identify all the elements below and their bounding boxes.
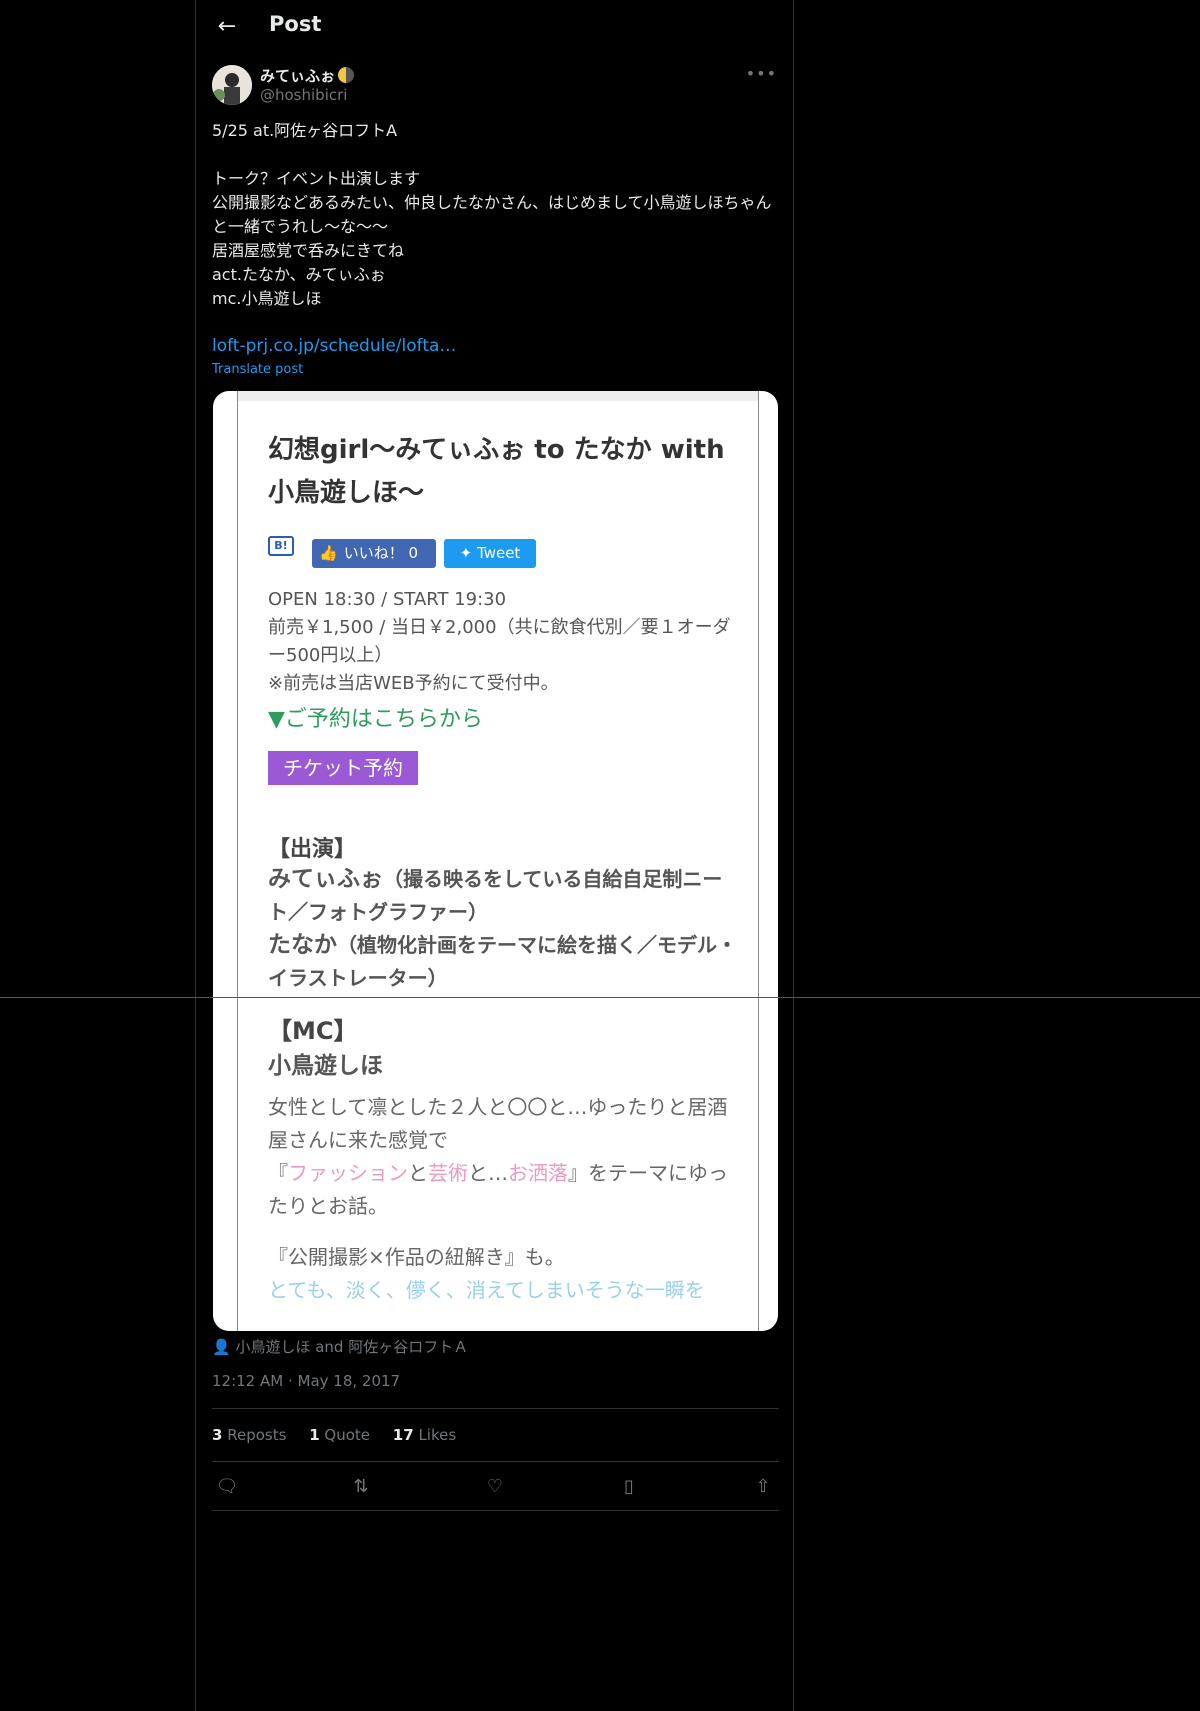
translate-post-link[interactable]: Translate post [212, 362, 303, 377]
divider [212, 1461, 779, 1462]
moon-emoji-icon [338, 67, 355, 83]
twitter-bird-icon: ✦ [459, 544, 478, 562]
likes-stat[interactable]: 17 Likes [393, 1426, 456, 1444]
desc-line-4: とても、淡く、儚く、消えてしまいそうな一瞬を [268, 1278, 705, 1302]
desc-line-3: 『公開撮影×作品の紐解き』も。 [268, 1245, 565, 1269]
ticket-reserve-button: チケット予約 [268, 751, 418, 785]
page-title: Post [269, 12, 322, 36]
cast-2-desc: （植物化計画をテーマに絵を描く／モデル・イラストレーター） [268, 933, 737, 990]
back-arrow-icon[interactable]: ← [210, 12, 244, 42]
timestamp[interactable]: 12:12 AM · May 18, 2017 [212, 1372, 400, 1390]
share-icon[interactable]: ⇧ [748, 1472, 778, 1502]
web-note: ※前売は当店WEB予約にて受付中。 [268, 673, 559, 694]
desc-line-2: 『ファッションと芸術と…お洒落』をテーマにゆったりとお話。 [268, 1161, 728, 1218]
mc-name: 小鳥遊しほ [268, 1053, 383, 1079]
desc-line-1: 女性として凛とした２人と〇〇と…ゆったりと居酒屋さんに来た感覚で [268, 1095, 728, 1152]
post-column: ← Post みてぃふぉ @hoshibicri ••• 5/25 at.阿佐ヶ… [195, 0, 794, 1711]
author-name[interactable]: みてぃふぉ [260, 65, 355, 86]
cast-2-name: たなか [268, 932, 337, 958]
more-options-icon[interactable]: ••• [746, 64, 777, 83]
post-image[interactable]: 幻想girl〜みてぃふぉ to たなか with 小鳥遊しほ〜 B! 👍 いいね！… [213, 391, 778, 1331]
tagged-users[interactable]: 👤 小鳥遊しほ and 阿佐ヶ谷ロフトＡ [212, 1336, 468, 1357]
like-heart-icon[interactable]: ♡ [480, 1472, 510, 1502]
event-description: 女性として凛とした２人と〇〇と…ゆったりと居酒屋さんに来た感覚で 『ファッション… [268, 1091, 738, 1223]
post-stats: 3 Reposts 1 Quote 17 Likes [212, 1426, 456, 1444]
reply-icon[interactable]: 🗨 [212, 1472, 242, 1502]
action-bar: 🗨 ⇅ ♡ ▯ ⇧ [212, 1472, 779, 1502]
post-text: 5/25 at.阿佐ヶ谷ロフトA トーク？イベント出演します 公開撮影などあるみ… [212, 121, 772, 308]
tweet-button: ✦ Tweet [444, 539, 536, 568]
facebook-like-button: 👍 いいね！ 0 [312, 539, 436, 568]
page-top-bar [238, 391, 758, 401]
avatar[interactable] [212, 65, 252, 105]
person-icon: 👤 [212, 1338, 236, 1356]
divider [212, 1408, 779, 1409]
cast-1-name: みてぃふぉ [268, 866, 383, 892]
event-title: 幻想girl〜みてぃふぉ to たなか with 小鳥遊しほ〜 [268, 435, 725, 508]
open-start-time: OPEN 18:30 / START 19:30 [268, 589, 507, 610]
thumbs-up-icon: 👍 [319, 544, 338, 562]
post-link[interactable]: loft-prj.co.jp/schedule/lofta… [212, 336, 456, 356]
author-handle[interactable]: @hoshibicri [260, 86, 347, 104]
bookmark-icon[interactable]: ▯ [614, 1472, 644, 1502]
reposts-stat[interactable]: 3 Reposts [212, 1426, 286, 1444]
ticket-price: 前売￥1,500 / 当日￥2,000（共に飲食代別／要１オーダー500円以上） [268, 617, 731, 666]
cast-list: みてぃふぉ（撮る映るをしている自給自足制ニート／フォトグラファー） たなか（植物… [268, 863, 738, 995]
reserve-heading: ▼ご予約はこちらから [268, 707, 483, 732]
image-seam-line [0, 997, 1200, 998]
top-bar: ← Post [196, 0, 793, 55]
event-description-2: 『公開撮影×作品の紐解き』も。 とても、淡く、儚く、消えてしまいそうな一瞬を [268, 1241, 738, 1307]
divider [212, 1510, 779, 1511]
event-info: OPEN 18:30 / START 19:30 前売￥1,500 / 当日￥2… [268, 586, 738, 698]
repost-icon[interactable]: ⇅ [346, 1472, 376, 1502]
quote-stat[interactable]: 1 Quote [309, 1426, 370, 1444]
cast-heading: 【出演】 [268, 837, 357, 862]
hatena-bookmark-icon: B! [268, 536, 294, 556]
mc-heading: 【MC】 [268, 1017, 358, 1045]
screenshot-page: 幻想girl〜みてぃふぉ to たなか with 小鳥遊しほ〜 B! 👍 いいね！… [237, 391, 759, 1331]
